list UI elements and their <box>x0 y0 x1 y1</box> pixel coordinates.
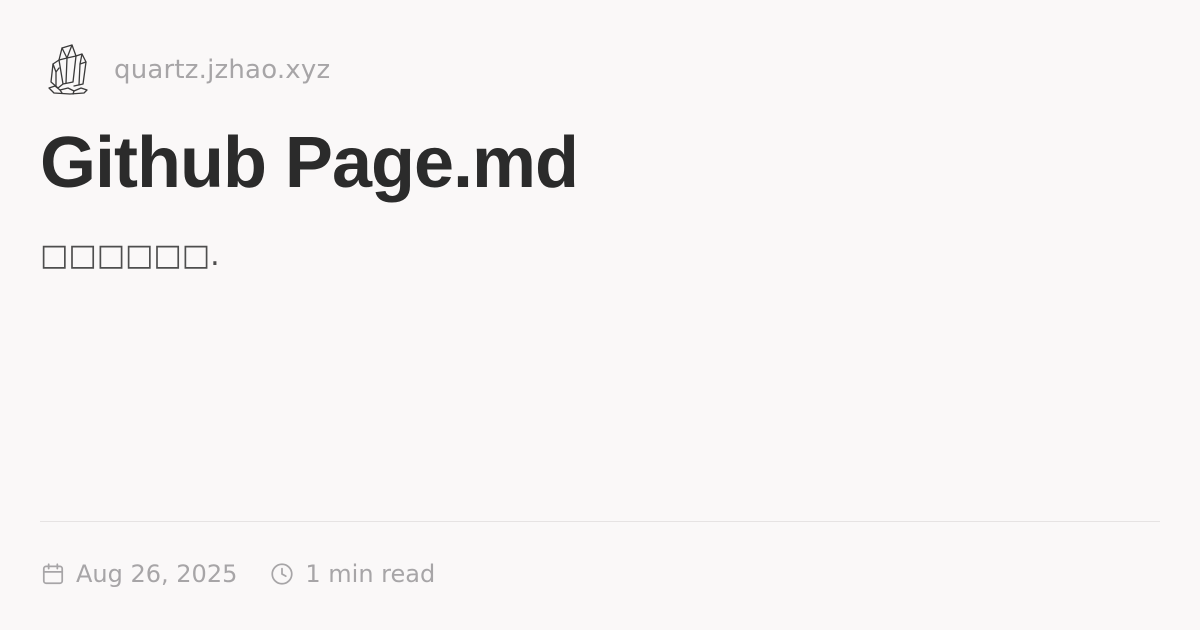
page-description: □□□□□□. <box>40 238 220 273</box>
page-title: Github Page.md <box>40 123 579 203</box>
crystal-logo-icon <box>44 41 92 97</box>
clock-icon <box>269 561 295 587</box>
reading-time: 1 min read <box>305 560 436 588</box>
date-meta: Aug 26, 2025 <box>40 561 237 587</box>
publish-date: Aug 26, 2025 <box>76 560 238 588</box>
site-header: quartz.jzhao.xyz <box>44 40 330 98</box>
divider <box>40 521 1160 522</box>
calendar-icon <box>40 561 66 587</box>
page-meta: Aug 26, 2025 1 min read <box>40 555 435 593</box>
site-domain[interactable]: quartz.jzhao.xyz <box>114 57 330 83</box>
reading-time-meta: 1 min read <box>269 561 435 587</box>
og-preview-card: quartz.jzhao.xyz Github Page.md □□□□□□. … <box>0 0 1200 630</box>
